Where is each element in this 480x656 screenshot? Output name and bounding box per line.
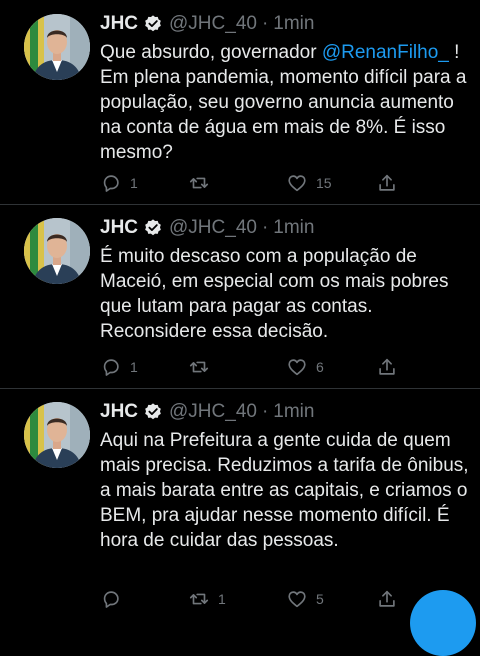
timestamp[interactable]: 1min [273, 13, 314, 35]
avatar[interactable] [24, 14, 90, 80]
tweet-text: Que absurdo, governador @RenanFilho_ ! E… [100, 40, 470, 165]
reply-button[interactable]: 1 [100, 172, 138, 194]
tweet-header: JHC @JHC_40 · 1min [100, 216, 314, 240]
like-button[interactable]: 5 [286, 588, 324, 610]
like-button[interactable]: 15 [286, 172, 332, 194]
author-handle[interactable]: @JHC_40 [169, 401, 257, 423]
reply-button[interactable]: 1 [100, 356, 138, 378]
verified-badge-icon [143, 218, 163, 238]
tweet-header: JHC @JHC_40 · 1min [100, 12, 314, 36]
retweet-button[interactable] [188, 356, 218, 378]
tweet[interactable]: JHC @JHC_40 · 1min É muito descaso com a… [0, 204, 480, 388]
author-name[interactable]: JHC [100, 401, 138, 423]
reply-icon [100, 588, 122, 610]
like-count: 5 [316, 591, 324, 607]
like-count: 6 [316, 359, 324, 375]
mention-link[interactable]: @RenanFilho_ [322, 42, 449, 63]
share-icon [376, 356, 398, 378]
tweet-text: É muito descaso com a população de Macei… [100, 246, 449, 342]
author-handle[interactable]: @JHC_40 [169, 217, 257, 239]
author-name[interactable]: JHC [100, 217, 138, 239]
author-handle[interactable]: @JHC_40 [169, 13, 257, 35]
tweet-actions: 1 6 [100, 356, 440, 380]
tweet[interactable]: JHC @JHC_40 · 1min Aqui na Prefeitura a … [0, 388, 480, 600]
reply-button[interactable] [100, 588, 130, 610]
retweet-count: 1 [218, 591, 226, 607]
timestamp[interactable]: 1min [273, 401, 314, 423]
share-button[interactable] [376, 172, 398, 194]
retweet-icon [188, 588, 210, 610]
tweet-actions: 1 15 [100, 172, 440, 196]
tweet-text: Aqui na Prefeitura a gente cuida de quem… [100, 430, 469, 551]
reply-count: 1 [130, 359, 138, 375]
separator-dot: · [261, 401, 269, 422]
author-name[interactable]: JHC [100, 13, 138, 35]
share-icon [376, 588, 398, 610]
share-icon [376, 172, 398, 194]
retweet-icon [188, 172, 210, 194]
heart-icon [286, 356, 308, 378]
retweet-button[interactable]: 1 [188, 588, 226, 610]
reply-icon [100, 356, 122, 378]
tweet[interactable]: JHC @JHC_40 · 1min Que absurdo, governad… [0, 0, 480, 204]
separator-dot: · [261, 13, 269, 34]
share-button[interactable] [376, 588, 398, 610]
tweet-text-part: Que absurdo, governador [100, 42, 322, 63]
verified-badge-icon [143, 14, 163, 34]
timestamp[interactable]: 1min [273, 217, 314, 239]
separator-dot: · [261, 217, 269, 238]
share-button[interactable] [376, 356, 398, 378]
like-button[interactable]: 6 [286, 356, 324, 378]
verified-badge-icon [143, 402, 163, 422]
avatar[interactable] [24, 402, 90, 468]
reply-count: 1 [130, 175, 138, 191]
like-count: 15 [316, 175, 332, 191]
heart-icon [286, 588, 308, 610]
heart-icon [286, 172, 308, 194]
tweet-actions: 1 5 [100, 588, 440, 612]
retweet-icon [188, 356, 210, 378]
tweet-header: JHC @JHC_40 · 1min [100, 400, 314, 424]
avatar[interactable] [24, 218, 90, 284]
reply-icon [100, 172, 122, 194]
retweet-button[interactable] [188, 172, 218, 194]
